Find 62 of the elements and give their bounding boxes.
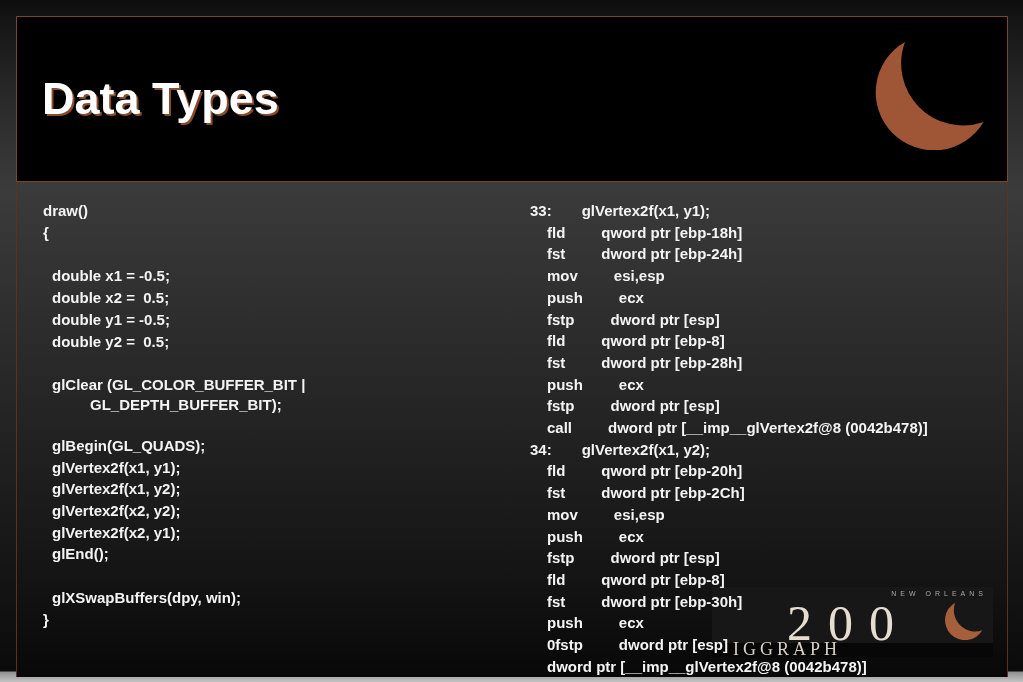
asm-operand: dword ptr [__imp__glVertex2f@8 (0042b478)] xyxy=(608,418,928,439)
code-line: glEnd(); xyxy=(52,544,109,565)
asm-operand: dword ptr [esp] xyxy=(610,548,720,569)
code-line: GL_DEPTH_BUFFER_BIT); xyxy=(90,395,282,413)
logo-year-text: 200 xyxy=(787,604,910,642)
asm-operand: dword ptr [esp] xyxy=(610,309,720,330)
asm-mnemonic: fstp xyxy=(547,396,575,417)
code-line: double x2 = 0.5; xyxy=(52,288,170,309)
asm-operand: esi,esp xyxy=(613,266,665,287)
asm-mnemonic: push xyxy=(547,287,583,308)
asm-operand: dword ptr [ebp-2Ch] xyxy=(601,483,745,504)
asm-operand: qword ptr [ebp-8] xyxy=(601,331,725,352)
slide-title: Data Types xyxy=(42,73,279,125)
asm-operand: dword ptr [ebp-30h] xyxy=(601,591,743,612)
code-line: draw() xyxy=(43,201,88,221)
code-line: double y1 = -0.5; xyxy=(52,309,170,330)
asm-mnemonic: push xyxy=(547,613,583,634)
asm-mnemonic: fst xyxy=(547,352,566,373)
code-line: glVertex2f(x2, y1); xyxy=(52,522,181,543)
asm-mnemonic: fld xyxy=(547,569,566,590)
asm-mnemonic: fstp xyxy=(547,548,575,569)
code-line: glVertex2f(x1, y2); xyxy=(52,479,181,500)
asm-mnemonic: 0fstp xyxy=(547,635,583,656)
source-line: glVertex2f(x1, y1); xyxy=(581,201,711,221)
source-line: glVertex2f(x1, y2); xyxy=(581,439,711,460)
asm-operand: ecx xyxy=(618,374,644,395)
logo-name-text: IGGRAPH xyxy=(733,642,841,656)
asm-mnemonic: fld xyxy=(547,331,566,352)
code-line: glVertex2f(x1, y1); xyxy=(52,457,181,478)
asm-mnemonic: push xyxy=(547,526,583,547)
asm-operand: ecx xyxy=(618,613,644,634)
asm-operand: dword ptr [__imp__glVertex2f@8 (0042b478)] xyxy=(547,656,867,677)
asm-mnemonic: fst xyxy=(547,483,566,504)
asm-operand: qword ptr [ebp-18h] xyxy=(601,222,743,243)
asm-operand: dword ptr [ebp-24h] xyxy=(601,244,743,265)
asm-mnemonic: mov xyxy=(547,266,578,287)
code-line: double y2 = 0.5; xyxy=(52,331,170,352)
code-line: glClear (GL_COLOR_BUFFER_BIT | xyxy=(52,375,306,396)
asm-operand: qword ptr [ebp-20h] xyxy=(601,461,743,482)
asm-mnemonic: fst xyxy=(547,244,566,265)
asm-mnemonic: fld xyxy=(547,461,566,482)
code-line: double x1 = -0.5; xyxy=(52,266,170,287)
asm-operand: esi,esp xyxy=(613,504,665,525)
asm-operand: dword ptr [esp] xyxy=(618,635,728,656)
code-line: } xyxy=(43,609,49,630)
asm-mnemonic: call xyxy=(547,418,573,439)
asm-operand: dword ptr [esp] xyxy=(610,396,720,417)
code-line: glXSwapBuffers(dpy, win); xyxy=(52,588,241,609)
asm-operand: ecx xyxy=(618,287,644,308)
code-line: { xyxy=(43,222,49,243)
code-line: glBegin(GL_QUADS); xyxy=(52,435,206,456)
line-number: 33: xyxy=(530,201,552,221)
asm-operand: dword ptr [ebp-28h] xyxy=(601,352,743,373)
code-line: glVertex2f(x2, y2); xyxy=(52,501,181,522)
asm-mnemonic: push xyxy=(547,374,583,395)
line-number: 34: xyxy=(530,439,552,460)
asm-operand: ecx xyxy=(618,526,644,547)
asm-mnemonic: fstp xyxy=(547,309,575,330)
asm-mnemonic: fld xyxy=(547,222,566,243)
asm-mnemonic: mov xyxy=(547,504,578,525)
asm-mnemonic: fst xyxy=(547,591,566,612)
asm-operand: qword ptr [ebp-8] xyxy=(601,569,725,590)
